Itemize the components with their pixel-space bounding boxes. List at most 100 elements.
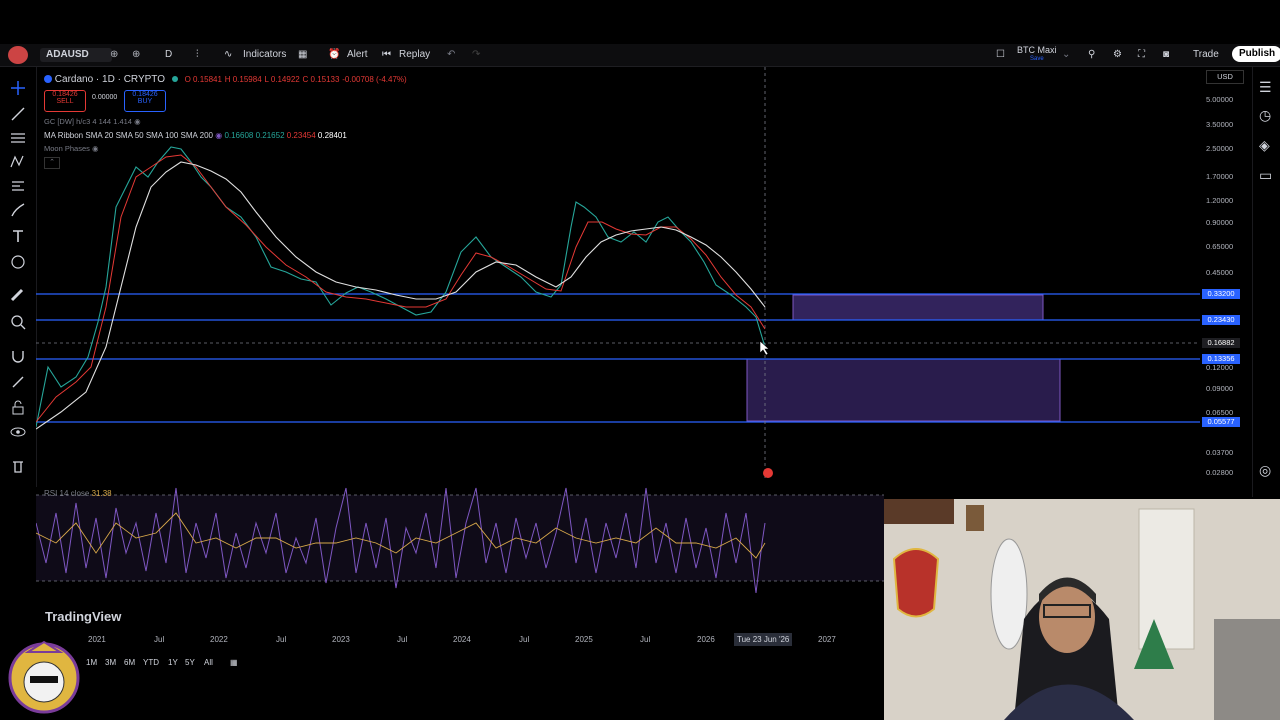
price-label: 1.20000 (1206, 196, 1234, 205)
add-symbol-icon[interactable]: ⊕ (110, 48, 118, 62)
time-label: Jul (276, 635, 287, 644)
camera-icon[interactable]: ◙ (1163, 48, 1169, 62)
chevron-down-icon[interactable]: ⌄ (1062, 48, 1070, 62)
ohlc-open: O 0.15841 (184, 75, 222, 84)
text-icon[interactable] (9, 227, 27, 245)
rsi-value: 31.38 (91, 489, 112, 498)
eye-icon[interactable]: ◉ (92, 144, 99, 153)
range-3m-button[interactable]: 3M (105, 658, 116, 667)
sell-price: 0.18426 (52, 91, 78, 98)
symbol-title[interactable]: Cardano · 1D · CRYPTO (55, 74, 165, 85)
brush-icon[interactable] (9, 201, 27, 219)
symbol-search-button[interactable]: ADAUSD (40, 48, 112, 62)
trade-button[interactable]: Trade (1193, 48, 1219, 62)
chat-icon[interactable]: ▭ (1259, 167, 1272, 184)
chart-legend: Cardano · 1D · CRYPTO O 0.15841 H 0.1598… (44, 74, 407, 169)
indicators-icon: ∿ (224, 49, 233, 60)
ma-value-3: 0.23454 (286, 131, 316, 140)
range-1m-button[interactable]: 1M (86, 658, 97, 667)
ohlc-change: -0.00708 (-4.47%) (342, 75, 407, 84)
price-series (36, 146, 766, 428)
currency-selector[interactable]: USD (1206, 70, 1244, 84)
trendline-icon[interactable] (9, 105, 27, 123)
eye-icon[interactable] (9, 423, 27, 441)
ma-white-line (36, 161, 766, 430)
range-ytd-button[interactable]: YTD (143, 658, 159, 667)
buy-label: BUY (137, 98, 153, 105)
redo-icon[interactable]: ↷ (472, 48, 480, 62)
alert-button[interactable]: Alert (347, 48, 368, 62)
collapse-legend-icon[interactable]: ⌃ (44, 157, 60, 169)
range-6m-button[interactable]: 6M (124, 658, 135, 667)
replay-button[interactable]: Replay (399, 48, 430, 62)
time-label: 2025 (575, 635, 593, 644)
forecast-icon[interactable] (9, 177, 27, 195)
calendar-icon[interactable]: ▦ (230, 658, 238, 667)
price-label: 0.09000 (1206, 384, 1234, 393)
eye-icon[interactable]: ◉ (134, 117, 141, 126)
clock-icon[interactable]: ◷ (1259, 107, 1271, 124)
emoji-icon[interactable] (9, 253, 27, 271)
market-status-icon (171, 76, 178, 82)
watchlist-icon[interactable]: ☰ (1259, 79, 1272, 96)
level-badge[interactable]: 0.05577 (1202, 417, 1240, 427)
indicators-button[interactable]: Indicators (243, 48, 286, 62)
demand-zone (746, 358, 1061, 422)
interval-button[interactable]: D (165, 48, 172, 62)
avatar[interactable] (8, 46, 28, 64)
webcam-overlay (884, 499, 1280, 720)
time-label: Jul (397, 635, 408, 644)
buy-button[interactable]: 0.18426 BUY (124, 90, 166, 112)
fullscreen-icon[interactable]: ⛶ (1138, 48, 1145, 62)
gc-indicator-label[interactable]: GC [DW] h/c3 4 144 1.414 (44, 117, 132, 126)
price-label: 0.02800 (1206, 468, 1234, 477)
time-label: 2026 (697, 635, 715, 644)
undo-icon[interactable]: ↶ (447, 48, 455, 62)
time-label: 2022 (210, 635, 228, 644)
settings-dot-icon[interactable]: ◉ (215, 131, 222, 140)
price-label: 0.06500 (1206, 408, 1234, 417)
rsi-pane[interactable] (36, 483, 884, 601)
chart-type-icon[interactable]: ⫶ (196, 48, 199, 62)
pattern-icon[interactable] (9, 153, 27, 171)
sell-button[interactable]: 0.18426 SELL (44, 90, 86, 112)
layers-icon[interactable]: ◈ (1259, 137, 1270, 154)
ohlc-high: H 0.15984 (224, 75, 262, 84)
compare-icon[interactable]: ⊕ (132, 48, 140, 62)
moon-phases-label[interactable]: Moon Phases (44, 144, 90, 153)
supply-zone (792, 294, 1044, 321)
event-marker[interactable] (763, 468, 773, 478)
crosshair-icon[interactable] (9, 79, 27, 97)
range-5y-button[interactable]: 5Y (185, 658, 195, 667)
tradingview-logo[interactable]: TradingView (45, 609, 121, 624)
rsi-legend[interactable]: RSI 14 close 31.38 (44, 489, 112, 498)
templates-icon[interactable]: ▦ (298, 48, 307, 62)
ruler-icon[interactable] (9, 287, 27, 305)
price-label: 0.45000 (1206, 268, 1234, 277)
date-range-bar: 1M 3M 6M YTD 1Y 5Y All ▦ (80, 656, 280, 670)
level-badge[interactable]: 0.23430 (1202, 315, 1240, 325)
magnet-icon[interactable] (9, 347, 27, 365)
ma-ribbon-label[interactable]: MA Ribbon SMA 20 SMA 50 SMA 100 SMA 200 (44, 131, 213, 140)
range-1y-button[interactable]: 1Y (168, 658, 178, 667)
price-label: 0.03700 (1206, 448, 1234, 457)
alarm-icon: ⏰ (328, 49, 341, 60)
trash-icon[interactable] (9, 457, 27, 475)
level-badge[interactable]: 0.13356 (1202, 354, 1240, 364)
layout-icon[interactable]: ☐ (996, 48, 1005, 62)
level-badge[interactable]: 0.33200 (1202, 289, 1240, 299)
quick-search-icon[interactable]: ⚲ (1088, 48, 1095, 62)
price-axis[interactable]: USD 5.00000 3.50000 2.50000 1.70000 1.20… (1200, 67, 1252, 497)
zoom-icon[interactable] (9, 313, 27, 331)
range-all-button[interactable]: All (204, 658, 213, 667)
fib-icon[interactable] (9, 129, 27, 147)
publish-button[interactable]: Publish (1232, 46, 1280, 62)
channel-logo (8, 640, 80, 714)
gear-icon[interactable]: ⚙ (1113, 48, 1122, 62)
target-icon[interactable]: ◎ (1259, 462, 1271, 479)
time-axis[interactable]: 2021 Jul 2022 Jul 2023 Jul 2024 Jul 2025… (36, 632, 884, 648)
lock-icon[interactable] (9, 399, 27, 417)
price-label: 3.50000 (1206, 120, 1234, 129)
stay-drawing-icon[interactable] (9, 373, 27, 391)
replay-icon: ⏮ (382, 49, 391, 60)
